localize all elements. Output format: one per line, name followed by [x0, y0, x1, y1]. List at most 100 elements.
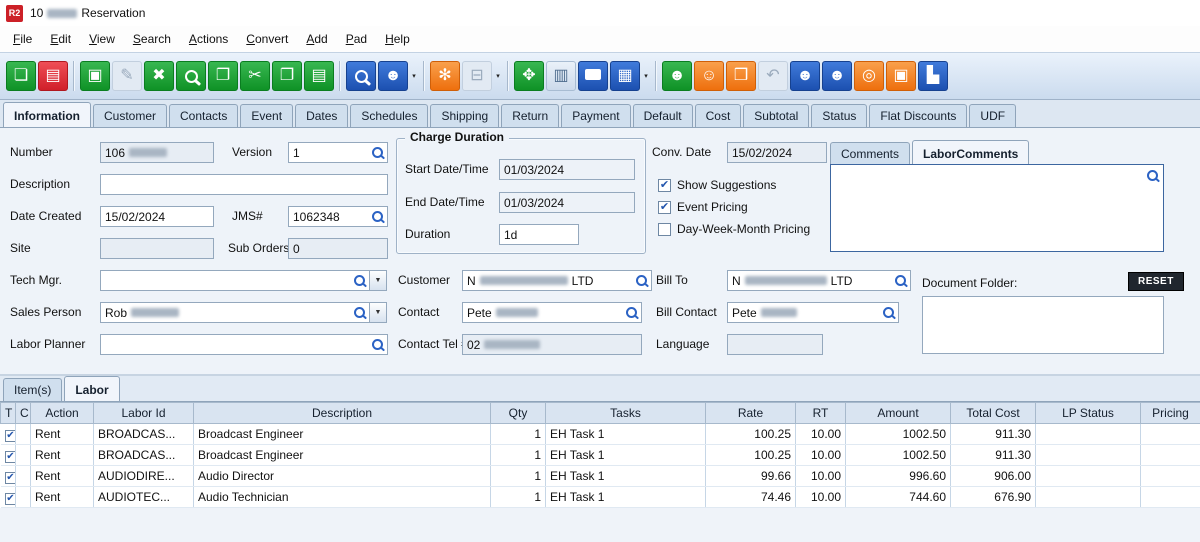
- tab-shipping[interactable]: Shipping: [430, 104, 499, 127]
- cell-t[interactable]: ✔: [1, 424, 16, 445]
- tab-information[interactable]: Information: [3, 102, 91, 127]
- tab-event[interactable]: Event: [240, 104, 293, 127]
- menu-file[interactable]: File: [4, 29, 41, 49]
- cart-button-dropdown[interactable]: ▾: [493, 61, 503, 91]
- column-header-labor-id[interactable]: Labor Id: [94, 403, 194, 424]
- column-header-rate[interactable]: Rate: [706, 403, 796, 424]
- version-field[interactable]: 1: [288, 142, 388, 163]
- tab-dates[interactable]: Dates: [295, 104, 348, 127]
- checkbox-show-suggestions[interactable]: ✔Show Suggestions: [658, 178, 810, 192]
- labor-planner-field[interactable]: [100, 334, 388, 355]
- row-select-checkbox[interactable]: ✔: [5, 493, 16, 505]
- menu-convert[interactable]: Convert: [237, 29, 297, 49]
- date-created-field[interactable]: 15/02/2024: [100, 206, 214, 227]
- tab-contacts[interactable]: Contacts: [169, 104, 238, 127]
- search-button[interactable]: [346, 61, 376, 91]
- save-button[interactable]: ▣: [80, 61, 110, 91]
- language-field[interactable]: [727, 334, 823, 355]
- people-search-button-dropdown[interactable]: ▾: [409, 61, 419, 91]
- cell-t[interactable]: ✔: [1, 445, 16, 466]
- expand-button[interactable]: ✥: [514, 61, 544, 91]
- labor-row-4[interactable]: ✔RentAUDIOTEC...Audio Technician1EH Task…: [1, 487, 1200, 508]
- tab-return[interactable]: Return: [501, 104, 559, 127]
- contact-search-icon[interactable]: [626, 307, 637, 318]
- add-person-button[interactable]: ☻: [662, 61, 692, 91]
- menu-help[interactable]: Help: [376, 29, 419, 49]
- row-select-checkbox[interactable]: ✔: [5, 430, 16, 442]
- customer-search-icon[interactable]: [636, 275, 647, 286]
- sales-person-dropdown-button[interactable]: ▼: [369, 302, 387, 323]
- contact-field[interactable]: Pete: [462, 302, 642, 323]
- jms-search-icon[interactable]: [372, 211, 383, 222]
- site-field[interactable]: [100, 238, 214, 259]
- tech-mgr-search-icon[interactable]: [354, 275, 365, 286]
- cut-button[interactable]: ✂: [240, 61, 270, 91]
- bill-contact-search-icon[interactable]: [883, 307, 894, 318]
- tech-mgr-field[interactable]: [100, 270, 370, 291]
- tech-mgr-dropdown-button[interactable]: ▼: [369, 270, 387, 291]
- print-button[interactable]: ▤: [38, 61, 68, 91]
- calendar-button[interactable]: ▦: [610, 61, 640, 91]
- column-header-total-cost[interactable]: Total Cost: [951, 403, 1036, 424]
- menu-search[interactable]: Search: [124, 29, 180, 49]
- sub-orders-field[interactable]: 0: [288, 238, 388, 259]
- delete-button[interactable]: ✖: [144, 61, 174, 91]
- bill-to-field[interactable]: N LTD: [727, 270, 911, 291]
- comments-search-icon[interactable]: [1147, 170, 1158, 181]
- detail-tab-item-s[interactable]: Item(s): [3, 378, 62, 401]
- document-folder-box[interactable]: [922, 296, 1164, 354]
- tab-cost[interactable]: Cost: [695, 104, 742, 127]
- bill-contact-field[interactable]: Pete: [727, 302, 899, 323]
- menu-add[interactable]: Add: [297, 29, 336, 49]
- menu-actions[interactable]: Actions: [180, 29, 237, 49]
- smiley-button[interactable]: ☺: [694, 61, 724, 91]
- menu-edit[interactable]: Edit: [41, 29, 80, 49]
- labor-row-2[interactable]: ✔RentBROADCAS...Broadcast Engineer1EH Ta…: [1, 445, 1200, 466]
- tab-status[interactable]: Status: [811, 104, 867, 127]
- row-select-checkbox[interactable]: ✔: [5, 472, 16, 484]
- column-header-description[interactable]: Description: [194, 403, 491, 424]
- checkbox-box-icon[interactable]: ✔: [658, 179, 671, 192]
- cell-t[interactable]: ✔: [1, 466, 16, 487]
- copy-button[interactable]: ❐: [272, 61, 302, 91]
- money-button[interactable]: ◎: [854, 61, 884, 91]
- tab-schedules[interactable]: Schedules: [350, 104, 428, 127]
- person-comment-button[interactable]: ☻: [822, 61, 852, 91]
- layout-button[interactable]: ▥: [546, 61, 576, 91]
- truck-button[interactable]: ▙: [918, 61, 948, 91]
- description-field[interactable]: [100, 174, 388, 195]
- invoice-button[interactable]: ❒: [726, 61, 756, 91]
- new-document-button[interactable]: ❏: [6, 61, 36, 91]
- row-select-checkbox[interactable]: ✔: [5, 451, 16, 463]
- labor-row-1[interactable]: ✔RentBROADCAS...Broadcast Engineer1EH Ta…: [1, 424, 1200, 445]
- end-date-field[interactable]: 01/03/2024: [499, 192, 635, 213]
- labor-planner-search-icon[interactable]: [372, 339, 383, 350]
- duration-field[interactable]: 1d: [499, 224, 579, 245]
- sales-person-field[interactable]: Rob: [100, 302, 370, 323]
- checkbox-box-icon[interactable]: [658, 223, 671, 236]
- comments-tab-laborcomments[interactable]: LaborComments: [912, 140, 1029, 165]
- tab-udf[interactable]: UDF: [969, 104, 1016, 127]
- number-field[interactable]: 106: [100, 142, 214, 163]
- labor-comments-box[interactable]: [830, 164, 1164, 252]
- contact-tel-field[interactable]: 02: [462, 334, 642, 355]
- column-header-rt[interactable]: RT: [796, 403, 846, 424]
- comments-tab-comments[interactable]: Comments: [830, 142, 910, 165]
- menu-view[interactable]: View: [80, 29, 124, 49]
- jms-field[interactable]: 1062348: [288, 206, 388, 227]
- tab-payment[interactable]: Payment: [561, 104, 630, 127]
- detail-tab-labor[interactable]: Labor: [64, 376, 119, 401]
- people-button[interactable]: ☻: [790, 61, 820, 91]
- bill-to-search-icon[interactable]: [895, 275, 906, 286]
- monitor-button[interactable]: ▣: [886, 61, 916, 91]
- tab-customer[interactable]: Customer: [93, 104, 167, 127]
- column-header-t[interactable]: T: [1, 403, 16, 424]
- tab-default[interactable]: Default: [633, 104, 693, 127]
- menu-pad[interactable]: Pad: [337, 29, 376, 49]
- customer-field[interactable]: N LTD: [462, 270, 652, 291]
- find-document-button[interactable]: ❐: [208, 61, 238, 91]
- conv-date-field[interactable]: 15/02/2024: [727, 142, 827, 163]
- column-header-lp-status[interactable]: LP Status: [1036, 403, 1141, 424]
- comment-button[interactable]: [578, 61, 608, 91]
- labor-row-3[interactable]: ✔RentAUDIODIRE...Audio Director1EH Task …: [1, 466, 1200, 487]
